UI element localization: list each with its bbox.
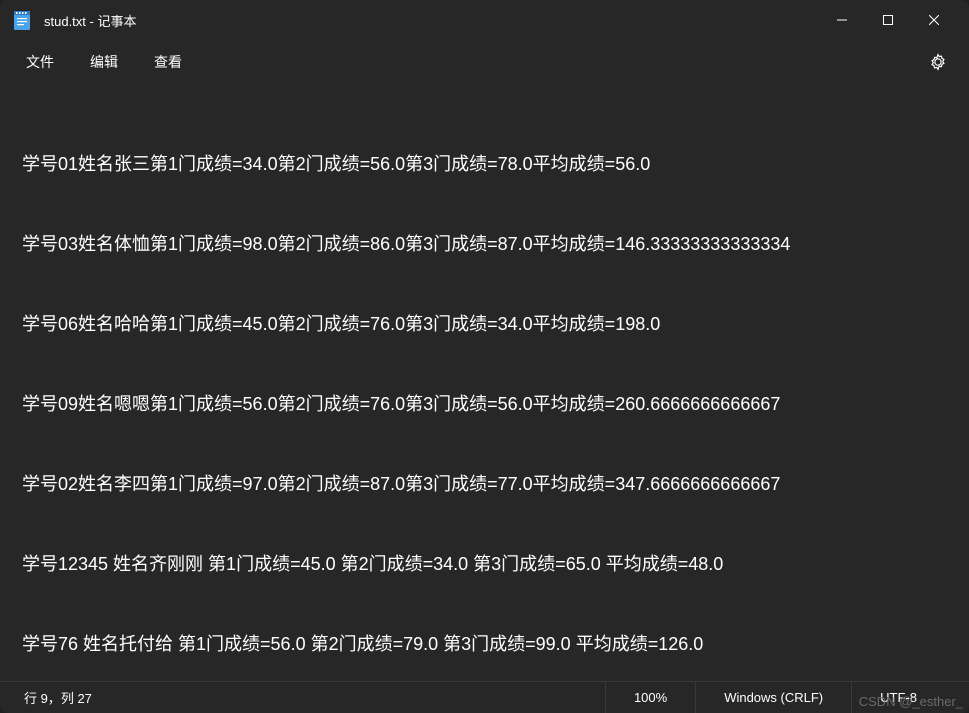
maximize-button[interactable] [865, 4, 911, 36]
status-encoding[interactable]: UTF-8 [851, 682, 945, 713]
gear-icon [929, 53, 947, 71]
text-line: 学号03姓名体恤第1门成绩=98.0第2门成绩=86.0第3门成绩=87.0平均… [22, 231, 947, 258]
minimize-button[interactable] [819, 4, 865, 36]
menubar: 文件 编辑 查看 [0, 40, 969, 84]
text-line: 学号12345 姓名齐刚刚 第1门成绩=45.0 第2门成绩=34.0 第3门成… [22, 551, 947, 578]
status-line-ending[interactable]: Windows (CRLF) [695, 682, 851, 713]
statusbar: 行 9，列 27 100% Windows (CRLF) UTF-8 [0, 681, 969, 713]
text-line: 学号76 姓名托付给 第1门成绩=56.0 第2门成绩=79.0 第3门成绩=9… [22, 631, 947, 658]
text-line: 学号01姓名张三第1门成绩=34.0第2门成绩=56.0第3门成绩=78.0平均… [22, 151, 947, 178]
status-zoom[interactable]: 100% [605, 682, 695, 713]
text-editor[interactable]: 学号01姓名张三第1门成绩=34.0第2门成绩=56.0第3门成绩=78.0平均… [0, 84, 969, 681]
window-title: stud.txt - 记事本 [44, 11, 819, 30]
text-line: 学号09姓名嗯嗯第1门成绩=56.0第2门成绩=76.0第3门成绩=56.0平均… [22, 391, 947, 418]
close-button[interactable] [911, 4, 957, 36]
status-position: 行 9，列 27 [24, 688, 605, 707]
text-line: 学号06姓名哈哈第1门成绩=45.0第2门成绩=76.0第3门成绩=34.0平均… [22, 311, 947, 338]
notepad-window: stud.txt - 记事本 文件 编辑 查看 学号01姓名张三第1门成绩=34… [0, 0, 969, 713]
text-line: 学号02姓名李四第1门成绩=97.0第2门成绩=87.0第3门成绩=77.0平均… [22, 471, 947, 498]
menu-edit[interactable]: 编辑 [72, 44, 136, 80]
notepad-icon [12, 9, 32, 31]
settings-button[interactable] [915, 45, 961, 79]
titlebar[interactable]: stud.txt - 记事本 [0, 0, 969, 40]
menu-view[interactable]: 查看 [136, 44, 200, 80]
window-controls [819, 4, 957, 36]
menu-file[interactable]: 文件 [8, 44, 72, 80]
